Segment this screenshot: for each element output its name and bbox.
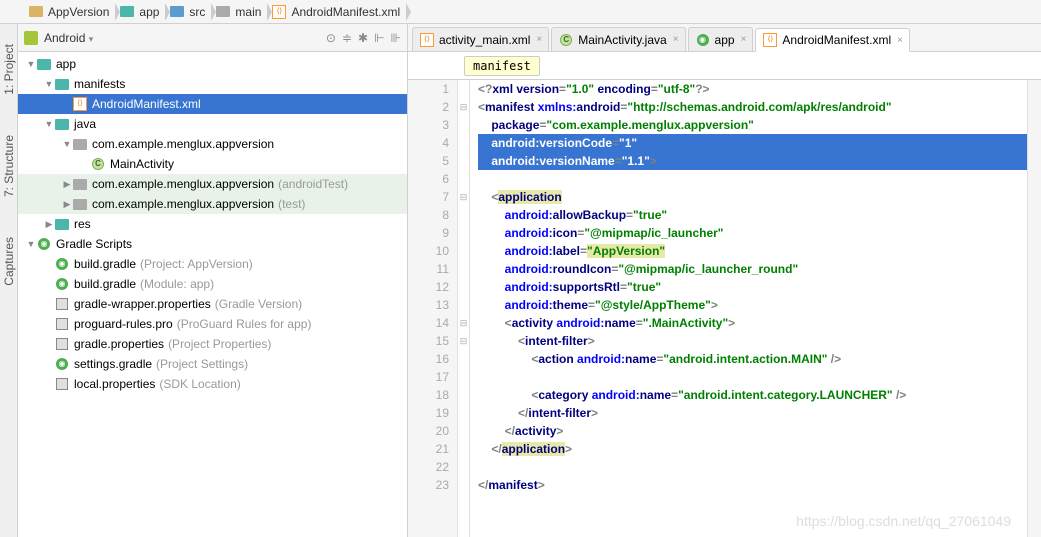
left-tool-tabs: 1: Project 7: Structure Captures: [0, 24, 18, 537]
breadcrumb-item[interactable]: main: [211, 1, 267, 23]
settings-icon[interactable]: ✱: [358, 31, 368, 45]
breadcrumb-item[interactable]: src: [165, 1, 211, 23]
breadcrumb-item[interactable]: app: [115, 1, 165, 23]
editor-tab[interactable]: ⟨⟩activity_main.xml×: [412, 27, 549, 51]
breadcrumb-item[interactable]: AppVersion: [24, 1, 115, 23]
tree-item[interactable]: ▶res: [18, 214, 407, 234]
fold-gutter[interactable]: ⊟⊟⊟⊟: [458, 80, 470, 537]
tree-item[interactable]: ◉build.gradle(Project: AppVersion): [18, 254, 407, 274]
tree-item[interactable]: local.properties(SDK Location): [18, 374, 407, 394]
close-icon[interactable]: ×: [897, 35, 903, 46]
tree-item[interactable]: ⟨⟩AndroidManifest.xml: [18, 94, 407, 114]
tree-item[interactable]: ▶com.example.menglux.appversion(androidT…: [18, 174, 407, 194]
watermark: https://blog.csdn.net/qq_27061049: [796, 513, 1011, 529]
project-sidebar: Android ▾ ⊙ ≑ ✱ ⊩ ⊪ ▼app▼manifests⟨⟩Andr…: [18, 24, 408, 537]
close-icon[interactable]: ×: [741, 34, 747, 45]
tree-item[interactable]: ▼com.example.menglux.appversion: [18, 134, 407, 154]
line-gutter: 1234567891011121314151617181920212223: [408, 80, 458, 537]
editor-tab[interactable]: ◉app×: [688, 27, 754, 51]
tree-item[interactable]: CMainActivity: [18, 154, 407, 174]
editor-tabs: ⟨⟩activity_main.xml×CMainActivity.java×◉…: [408, 24, 1041, 52]
collapse-icon[interactable]: ≑: [342, 31, 352, 45]
editor-tab[interactable]: CMainActivity.java×: [551, 27, 685, 51]
close-icon[interactable]: ×: [536, 34, 542, 45]
tree-item[interactable]: ▼manifests: [18, 74, 407, 94]
sidebar-header: Android ▾ ⊙ ≑ ✱ ⊩ ⊪: [18, 24, 407, 52]
close-icon[interactable]: ×: [673, 34, 679, 45]
config-icon[interactable]: ⊩: [374, 31, 384, 45]
code-content[interactable]: <?xml version="1.0" encoding="utf-8"?><m…: [470, 80, 1027, 537]
view-dropdown[interactable]: Android ▾: [44, 31, 326, 45]
tree-item[interactable]: proguard-rules.pro(ProGuard Rules for ap…: [18, 314, 407, 334]
tree-item[interactable]: gradle-wrapper.properties(Gradle Version…: [18, 294, 407, 314]
right-scrollbar[interactable]: [1027, 80, 1041, 537]
tab-structure[interactable]: 7: Structure: [2, 135, 16, 197]
tab-project[interactable]: 1: Project: [2, 44, 16, 95]
tree-item[interactable]: ▶com.example.menglux.appversion(test): [18, 194, 407, 214]
hide-icon[interactable]: ⊪: [391, 31, 401, 45]
android-icon: [24, 31, 38, 45]
editor-tab[interactable]: ⟨⟩AndroidManifest.xml×: [755, 28, 910, 52]
tree-item[interactable]: ◉settings.gradle(Project Settings): [18, 354, 407, 374]
tree-item[interactable]: ▼java: [18, 114, 407, 134]
tree-item[interactable]: ▼app: [18, 54, 407, 74]
tab-captures[interactable]: Captures: [2, 237, 16, 286]
breadcrumb: AppVersionappsrcmain⟨⟩AndroidManifest.xm…: [0, 0, 1041, 24]
breadcrumb-item[interactable]: ⟨⟩AndroidManifest.xml: [267, 1, 406, 23]
code-area[interactable]: 1234567891011121314151617181920212223 ⊟⊟…: [408, 80, 1041, 537]
crumb-tag[interactable]: manifest: [464, 56, 540, 76]
tree-item[interactable]: ▼◉Gradle Scripts: [18, 234, 407, 254]
xml-crumb-bar: manifest: [408, 52, 1041, 80]
tree-item[interactable]: ◉build.gradle(Module: app): [18, 274, 407, 294]
project-tree[interactable]: ▼app▼manifests⟨⟩AndroidManifest.xml▼java…: [18, 52, 407, 537]
target-icon[interactable]: ⊙: [326, 31, 336, 45]
editor-area: ⟨⟩activity_main.xml×CMainActivity.java×◉…: [408, 24, 1041, 537]
tree-item[interactable]: gradle.properties(Project Properties): [18, 334, 407, 354]
